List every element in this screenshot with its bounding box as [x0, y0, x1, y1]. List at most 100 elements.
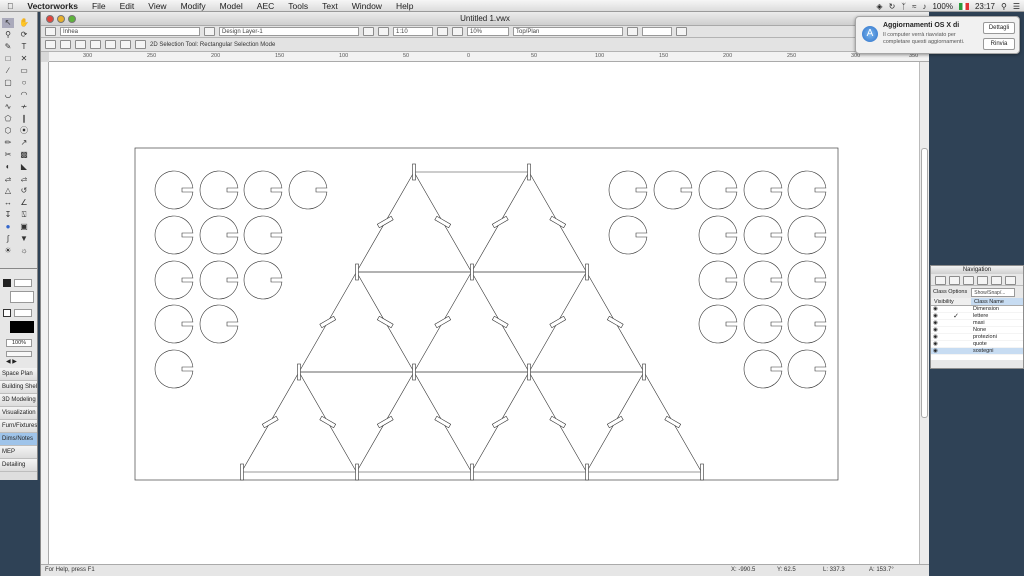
- renderworks-tool-icon[interactable]: ●: [2, 222, 14, 232]
- disc-piece[interactable]: [288, 170, 328, 210]
- locus-tool-icon[interactable]: ✕: [18, 54, 30, 64]
- drawing-canvas[interactable]: [49, 62, 919, 564]
- palette-detailing[interactable]: Detailing: [0, 459, 37, 472]
- joint-slot[interactable]: [664, 415, 682, 429]
- double-line-tool-icon[interactable]: ∥: [18, 114, 30, 124]
- projection-icon[interactable]: [627, 27, 638, 36]
- rect-select-mode-icon[interactable]: [60, 40, 71, 49]
- joint-slot[interactable]: [549, 415, 567, 429]
- menu-aec[interactable]: AEC: [250, 1, 281, 11]
- clock[interactable]: 23:17: [975, 2, 995, 11]
- multi-object-mode-icon[interactable]: [120, 40, 131, 49]
- disc-piece[interactable]: [787, 170, 827, 210]
- selection-tool-icon[interactable]: ↖: [2, 18, 14, 28]
- opacity-value[interactable]: 100%: [6, 339, 32, 347]
- menu-view[interactable]: View: [141, 1, 173, 11]
- zoom-in-icon[interactable]: [437, 27, 448, 36]
- disc-piece[interactable]: [743, 260, 783, 300]
- menu-file[interactable]: File: [85, 1, 113, 11]
- palette-space-plan[interactable]: Space Plan: [0, 368, 37, 381]
- menu-help[interactable]: Help: [389, 1, 420, 11]
- fill-style-icon[interactable]: [3, 279, 11, 287]
- references-tab-icon[interactable]: [991, 276, 1002, 285]
- joint-slot[interactable]: [491, 415, 509, 429]
- dropbox-icon[interactable]: ◈: [876, 2, 882, 11]
- render-mode-icon[interactable]: [676, 27, 687, 36]
- class-name-column-header[interactable]: Class Name: [971, 298, 1023, 305]
- pan-tool-icon[interactable]: ✋: [18, 18, 30, 28]
- disc-piece[interactable]: [743, 170, 783, 210]
- menu-text[interactable]: Text: [315, 1, 345, 11]
- joint-slot[interactable]: [434, 215, 452, 229]
- light-tool-icon[interactable]: ☀: [2, 246, 14, 256]
- pen-style-icon[interactable]: [3, 309, 11, 317]
- saved-views-icon[interactable]: [363, 27, 374, 36]
- disc-piece[interactable]: [243, 170, 283, 210]
- eye-icon[interactable]: ◉: [931, 327, 939, 334]
- polygon-select-mode-icon[interactable]: [75, 40, 86, 49]
- flyover-tool-icon[interactable]: ⟳: [18, 30, 30, 40]
- minimize-window-button[interactable]: [57, 15, 65, 23]
- rotate-tool-icon[interactable]: ↺: [18, 186, 30, 196]
- palette-dims-notes[interactable]: Dims/Notes: [0, 433, 37, 446]
- arc-tool-icon[interactable]: ◡: [2, 90, 14, 100]
- joint-slot[interactable]: [491, 215, 509, 229]
- joint-slot[interactable]: [376, 415, 394, 429]
- polyline-tool-icon[interactable]: ≁: [18, 102, 30, 112]
- joint-slot[interactable]: [527, 163, 531, 181]
- disc-piece[interactable]: [698, 215, 738, 255]
- joint-slot[interactable]: [470, 263, 474, 281]
- disc-piece[interactable]: [199, 260, 239, 300]
- disc-piece[interactable]: [199, 304, 239, 344]
- rectangle-tool-icon[interactable]: ▭: [18, 66, 30, 76]
- joint-slot[interactable]: [434, 415, 452, 429]
- zoom-window-button[interactable]: [68, 15, 76, 23]
- split-tool-icon[interactable]: ⥄: [18, 174, 30, 184]
- joint-slot[interactable]: [319, 415, 337, 429]
- attribute-mapping-tool-icon[interactable]: ↗: [18, 138, 30, 148]
- joint-slot[interactable]: [470, 463, 474, 481]
- disc-piece[interactable]: [608, 215, 648, 255]
- polygon-tool-icon[interactable]: ⬠: [2, 114, 14, 124]
- zoom-out-icon[interactable]: [452, 27, 463, 36]
- eye-icon[interactable]: ◉: [931, 320, 939, 327]
- menu-tools[interactable]: Tools: [281, 1, 315, 11]
- joint-slot[interactable]: [606, 415, 624, 429]
- stake-tool-icon[interactable]: ▼: [18, 234, 30, 244]
- render-combo[interactable]: [642, 27, 672, 36]
- disc-piece[interactable]: [154, 215, 194, 255]
- scale-combo[interactable]: 1:10: [393, 27, 433, 36]
- palette-3d-modeling[interactable]: 3D Modeling: [0, 394, 37, 407]
- class-combo[interactable]: Inhea: [60, 27, 200, 36]
- close-window-button[interactable]: [46, 15, 54, 23]
- pen-swatch[interactable]: [10, 321, 34, 333]
- disc-piece[interactable]: [698, 304, 738, 344]
- rounded-rect-tool-icon[interactable]: ▢: [2, 78, 14, 88]
- wifi-icon[interactable]: ≈: [912, 2, 916, 11]
- disc-piece[interactable]: [243, 260, 283, 300]
- active-class-check[interactable]: ✓: [939, 313, 973, 320]
- spiral-tool-icon[interactable]: ⦿: [18, 126, 30, 136]
- mirror-tool-icon[interactable]: ▩: [18, 150, 30, 160]
- disc-piece[interactable]: [787, 215, 827, 255]
- eye-icon[interactable]: ◉: [931, 313, 939, 320]
- sheets-tab-icon[interactable]: [963, 276, 974, 285]
- vertical-scrollbar[interactable]: [919, 62, 929, 564]
- eye-icon[interactable]: ◉: [931, 334, 939, 341]
- menu-model[interactable]: Model: [213, 1, 250, 11]
- palette-mep[interactable]: MEP: [0, 446, 37, 459]
- views-tab-icon[interactable]: [977, 276, 988, 285]
- joint-slot[interactable]: [434, 315, 452, 329]
- fill-swatch[interactable]: [10, 291, 34, 303]
- disc-piece[interactable]: [199, 215, 239, 255]
- later-button[interactable]: Rinvia: [983, 38, 1015, 50]
- horizontal-ruler[interactable]: 300 250 200 150 100 50 0 50 100 150 200 …: [49, 52, 929, 62]
- visibility-column-header[interactable]: Visibility: [931, 298, 971, 305]
- flag-icon[interactable]: [958, 2, 969, 10]
- tool-preferences-icon[interactable]: [135, 40, 146, 49]
- joint-slot[interactable]: [491, 315, 509, 329]
- quarter-arc-tool-icon[interactable]: ◠: [18, 90, 30, 100]
- callout-tool-icon[interactable]: □: [2, 54, 14, 64]
- zoom-combo[interactable]: 10%: [467, 27, 509, 36]
- class-row-selected[interactable]: ◉ sostegni: [931, 348, 1023, 355]
